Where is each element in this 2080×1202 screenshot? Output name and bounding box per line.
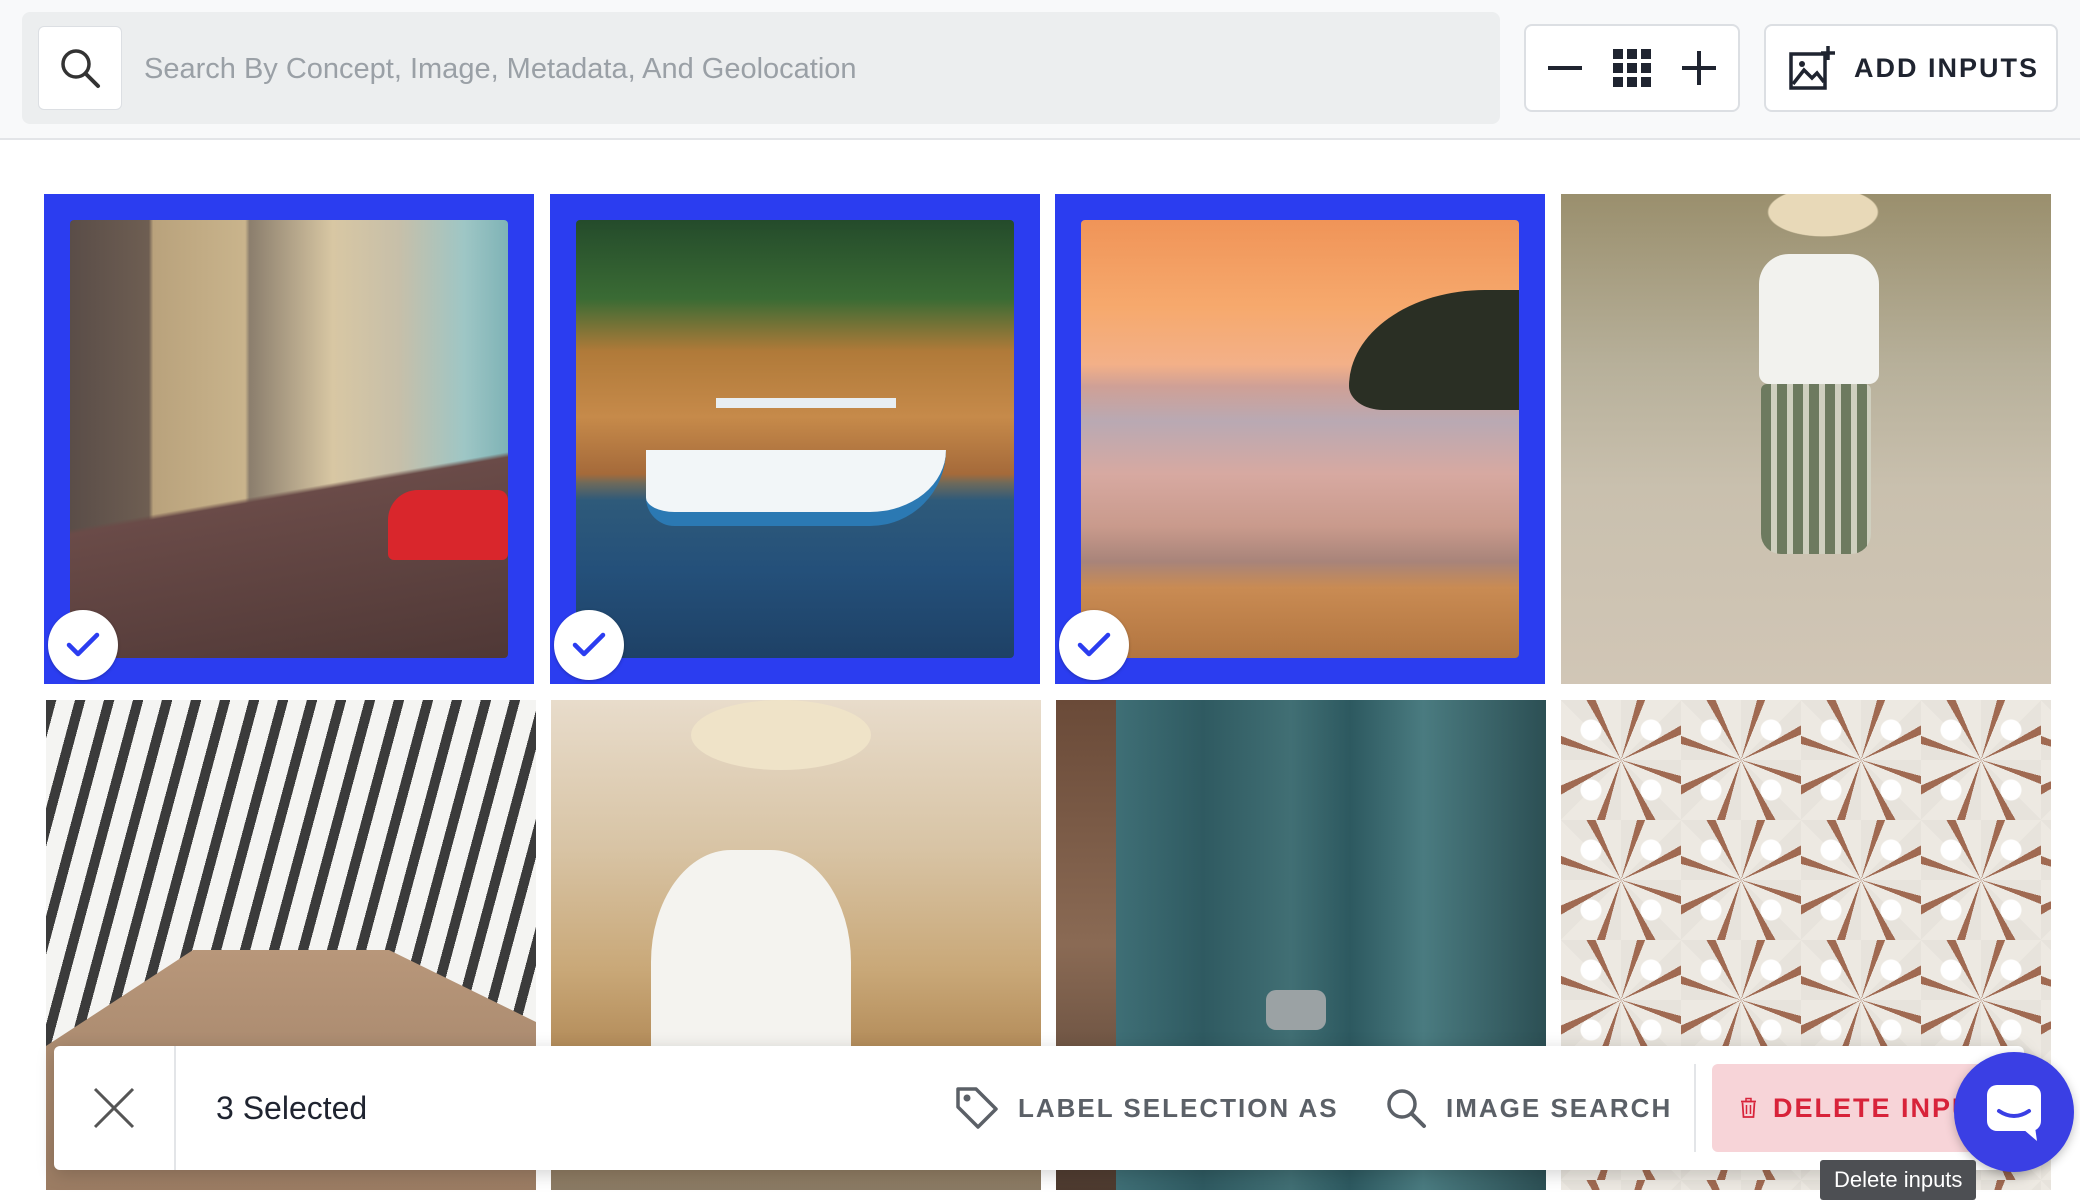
plus-icon (1681, 51, 1716, 85)
sunset-photo (1081, 220, 1519, 658)
image-search-button[interactable]: IMAGE SEARCH (1384, 1046, 1672, 1170)
image-search-label: IMAGE SEARCH (1446, 1092, 1673, 1123)
check-icon (1077, 632, 1111, 657)
image-tile[interactable] (550, 194, 1040, 684)
add-inputs-label: ADD INPUTS (1854, 52, 2040, 83)
selected-checkmark[interactable] (554, 610, 624, 680)
hat-shape (691, 700, 871, 770)
label-selection-button[interactable]: LABEL SELECTION AS (954, 1046, 1339, 1170)
boat-photo (576, 220, 1014, 658)
selected-checkmark[interactable] (48, 610, 118, 680)
minus-icon (1548, 66, 1583, 70)
tag-icon (956, 1087, 998, 1129)
add-inputs-button[interactable]: ADD INPUTS (1764, 24, 2058, 112)
zoom-out-button[interactable] (1535, 38, 1595, 98)
car-shape (388, 490, 508, 560)
boat-roof (716, 398, 896, 408)
check-icon (66, 632, 100, 657)
woman-walking-photo (1561, 194, 2051, 684)
trash-icon (1740, 1097, 1756, 1118)
door-handle-shape (1266, 990, 1326, 1030)
zoom-controls (1524, 24, 1740, 112)
selection-action-bar: 3 Selected LABEL SELECTION AS IMAGE SEAR… (54, 1046, 2024, 1170)
search-input[interactable] (142, 26, 1476, 112)
grid-size-button[interactable] (1602, 38, 1662, 98)
divider (1694, 1064, 1696, 1152)
clear-selection-button[interactable] (54, 1046, 176, 1170)
top-toolbar: ADD INPUTS (0, 0, 2080, 140)
street-photo (70, 220, 508, 658)
zoom-in-button[interactable] (1669, 38, 1729, 98)
selected-count: 3 Selected (216, 1090, 368, 1126)
image-tile[interactable] (1055, 194, 1545, 684)
check-icon (572, 632, 606, 657)
delete-tooltip: Delete inputs (1820, 1160, 1977, 1200)
add-image-icon (1789, 46, 1835, 90)
search-icon (61, 49, 100, 88)
boat-hull (646, 450, 946, 526)
search-bar (22, 12, 1500, 124)
selected-checkmark[interactable] (1059, 610, 1129, 680)
close-icon (93, 1087, 135, 1129)
skirt-shape (1761, 384, 1871, 554)
image-tile[interactable] (1561, 194, 2051, 684)
chat-widget-button[interactable] (1954, 1052, 2074, 1172)
image-tile[interactable] (44, 194, 534, 684)
search-icon (1387, 1089, 1426, 1128)
search-button[interactable] (38, 26, 122, 110)
island-shape (1349, 290, 1519, 410)
grid-icon (1612, 49, 1651, 87)
label-selection-label: LABEL SELECTION AS (1018, 1092, 1339, 1123)
chat-icon (1987, 1085, 2041, 1141)
shirt-shape (1759, 254, 1879, 384)
